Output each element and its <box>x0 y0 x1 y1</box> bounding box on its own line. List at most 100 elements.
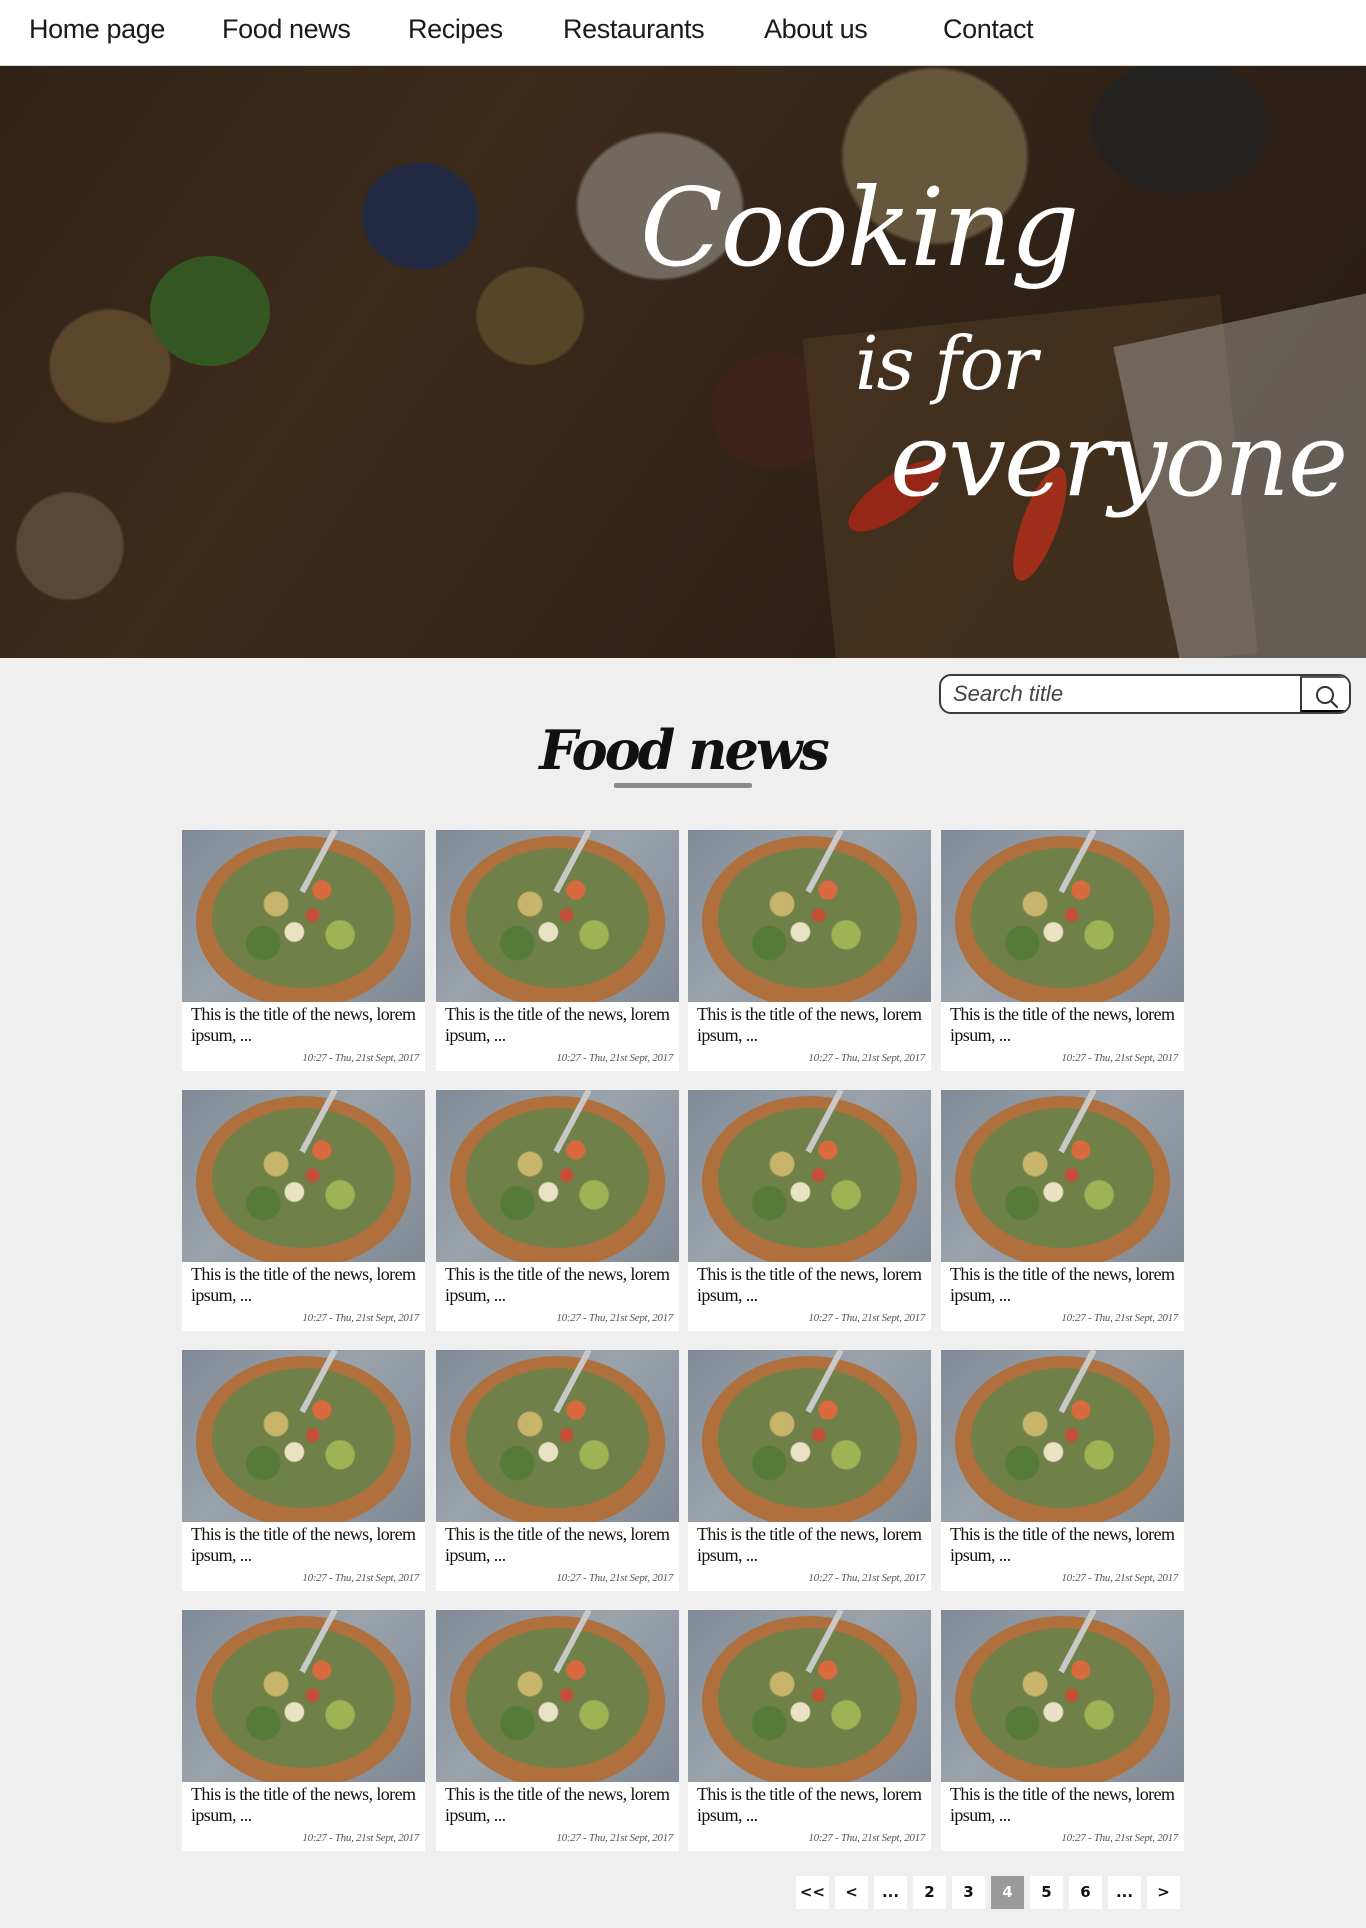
news-timestamp: 10:27 - Thu, 21st Sept, 2017 <box>302 1052 419 1064</box>
news-title[interactable]: This is the title of the news, lorem ips… <box>445 1264 673 1306</box>
salad <box>971 848 1154 988</box>
news-card[interactable]: This is the title of the news, lorem ips… <box>436 830 679 1071</box>
news-timestamp: 10:27 - Thu, 21st Sept, 2017 <box>808 1572 925 1584</box>
news-timestamp: 10:27 - Thu, 21st Sept, 2017 <box>302 1312 419 1324</box>
page-6-button[interactable]: 6 <box>1069 1876 1102 1909</box>
news-timestamp: 10:27 - Thu, 21st Sept, 2017 <box>1061 1312 1178 1324</box>
news-card[interactable]: This is the title of the news, lorem ips… <box>941 830 1184 1071</box>
news-image[interactable] <box>436 1090 679 1262</box>
news-image[interactable] <box>941 1610 1184 1782</box>
news-image[interactable] <box>182 1350 425 1522</box>
page-ellipsis-right[interactable]: ... <box>1108 1876 1141 1909</box>
hero-banner: Cooking is for everyone <box>0 66 1366 658</box>
news-image[interactable] <box>941 1090 1184 1262</box>
news-card[interactable]: This is the title of the news, lorem ips… <box>182 1610 425 1851</box>
news-card[interactable]: This is the title of the news, lorem ips… <box>436 1610 679 1851</box>
news-title[interactable]: This is the title of the news, lorem ips… <box>191 1264 419 1306</box>
salad <box>718 1368 901 1508</box>
news-title[interactable]: This is the title of the news, lorem ips… <box>191 1004 419 1046</box>
news-title[interactable]: This is the title of the news, lorem ips… <box>697 1784 925 1826</box>
news-card[interactable]: This is the title of the news, lorem ips… <box>688 1610 931 1851</box>
news-card[interactable]: This is the title of the news, lorem ips… <box>941 1350 1184 1591</box>
news-title[interactable]: This is the title of the news, lorem ips… <box>950 1264 1178 1306</box>
news-card[interactable]: This is the title of the news, lorem ips… <box>941 1610 1184 1851</box>
news-image[interactable] <box>436 1610 679 1782</box>
nav-about-us[interactable]: About us <box>764 14 868 45</box>
news-title[interactable]: This is the title of the news, lorem ips… <box>697 1004 925 1046</box>
news-card[interactable]: This is the title of the news, lorem ips… <box>941 1090 1184 1331</box>
page-ellipsis-left[interactable]: ... <box>874 1876 907 1909</box>
search-icon <box>1316 686 1339 709</box>
news-timestamp: 10:27 - Thu, 21st Sept, 2017 <box>1061 1572 1178 1584</box>
page-4-button[interactable]: 4 <box>991 1876 1024 1909</box>
search-button[interactable] <box>1300 676 1349 712</box>
salad <box>466 1108 649 1248</box>
salad <box>971 1628 1154 1768</box>
news-title[interactable]: This is the title of the news, lorem ips… <box>950 1784 1178 1826</box>
section-title: Food news <box>539 718 829 782</box>
hero-line-everyone: everyone <box>890 401 1348 520</box>
news-timestamp: 10:27 - Thu, 21st Sept, 2017 <box>1061 1052 1178 1064</box>
nav-home-page[interactable]: Home page <box>29 14 165 45</box>
news-timestamp: 10:27 - Thu, 21st Sept, 2017 <box>556 1312 673 1324</box>
news-image[interactable] <box>688 1350 931 1522</box>
news-image[interactable] <box>688 1610 931 1782</box>
salad <box>212 1628 395 1768</box>
page-first-button[interactable]: << <box>796 1876 829 1909</box>
news-image[interactable] <box>688 830 931 1002</box>
news-image[interactable] <box>182 1610 425 1782</box>
news-title[interactable]: This is the title of the news, lorem ips… <box>697 1524 925 1566</box>
news-timestamp: 10:27 - Thu, 21st Sept, 2017 <box>556 1572 673 1584</box>
news-image[interactable] <box>941 1350 1184 1522</box>
nav-recipes[interactable]: Recipes <box>408 14 503 45</box>
nav-contact[interactable]: Contact <box>943 14 1034 45</box>
salad <box>212 848 395 988</box>
news-title[interactable]: This is the title of the news, lorem ips… <box>950 1524 1178 1566</box>
news-image[interactable] <box>436 1350 679 1522</box>
search-box <box>939 674 1351 714</box>
news-card[interactable]: This is the title of the news, lorem ips… <box>688 1090 931 1331</box>
news-title[interactable]: This is the title of the news, lorem ips… <box>950 1004 1178 1046</box>
salad <box>212 1108 395 1248</box>
news-image[interactable] <box>688 1090 931 1262</box>
news-title[interactable]: This is the title of the news, lorem ips… <box>445 1524 673 1566</box>
news-title[interactable]: This is the title of the news, lorem ips… <box>697 1264 925 1306</box>
news-timestamp: 10:27 - Thu, 21st Sept, 2017 <box>1061 1832 1178 1844</box>
news-title[interactable]: This is the title of the news, lorem ips… <box>191 1784 419 1826</box>
page-next-button[interactable]: > <box>1147 1876 1180 1909</box>
news-title[interactable]: This is the title of the news, lorem ips… <box>445 1784 673 1826</box>
hero-line-cooking: Cooking <box>640 166 1079 291</box>
news-timestamp: 10:27 - Thu, 21st Sept, 2017 <box>556 1832 673 1844</box>
news-title[interactable]: This is the title of the news, lorem ips… <box>445 1004 673 1046</box>
news-image[interactable] <box>182 1090 425 1262</box>
news-card[interactable]: This is the title of the news, lorem ips… <box>688 830 931 1071</box>
news-image[interactable] <box>182 830 425 1002</box>
search-input[interactable] <box>941 676 1301 712</box>
news-card[interactable]: This is the title of the news, lorem ips… <box>182 1350 425 1591</box>
salad <box>718 1108 901 1248</box>
salad <box>971 1368 1154 1508</box>
title-underline <box>614 783 752 788</box>
salad <box>971 1108 1154 1248</box>
news-title[interactable]: This is the title of the news, lorem ips… <box>191 1524 419 1566</box>
news-image[interactable] <box>436 830 679 1002</box>
news-timestamp: 10:27 - Thu, 21st Sept, 2017 <box>808 1052 925 1064</box>
news-card[interactable]: This is the title of the news, lorem ips… <box>182 830 425 1071</box>
news-image[interactable] <box>941 830 1184 1002</box>
news-card[interactable]: This is the title of the news, lorem ips… <box>688 1350 931 1591</box>
page-5-button[interactable]: 5 <box>1030 1876 1063 1909</box>
page-prev-button[interactable]: < <box>835 1876 868 1909</box>
nav-food-news[interactable]: Food news <box>222 14 351 45</box>
salad <box>466 1368 649 1508</box>
page-2-button[interactable]: 2 <box>913 1876 946 1909</box>
news-timestamp: 10:27 - Thu, 21st Sept, 2017 <box>808 1832 925 1844</box>
page-3-button[interactable]: 3 <box>952 1876 985 1909</box>
news-timestamp: 10:27 - Thu, 21st Sept, 2017 <box>302 1572 419 1584</box>
news-card[interactable]: This is the title of the news, lorem ips… <box>436 1090 679 1331</box>
news-card[interactable]: This is the title of the news, lorem ips… <box>182 1090 425 1331</box>
news-timestamp: 10:27 - Thu, 21st Sept, 2017 <box>808 1312 925 1324</box>
top-nav: Home page Food news Recipes Restaurants … <box>0 0 1366 66</box>
news-card[interactable]: This is the title of the news, lorem ips… <box>436 1350 679 1591</box>
salad <box>718 848 901 988</box>
nav-restaurants[interactable]: Restaurants <box>563 14 705 45</box>
